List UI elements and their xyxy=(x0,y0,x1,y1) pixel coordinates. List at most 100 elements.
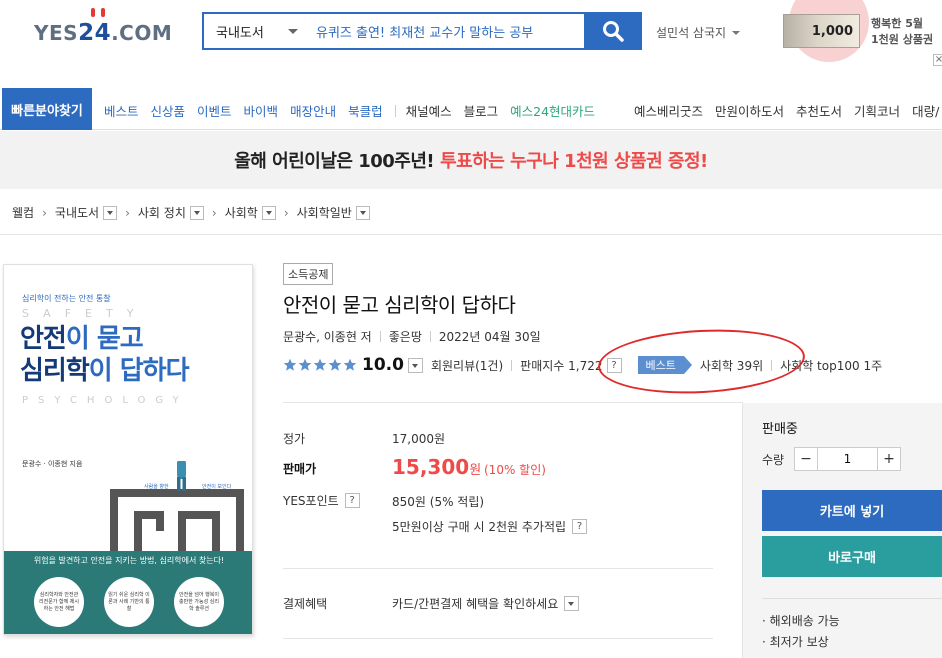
search-scope-label: 국내도서 xyxy=(216,25,264,41)
quantity-decrease-button[interactable]: − xyxy=(794,447,818,471)
cover-safety-text: SAFETY xyxy=(22,307,148,320)
header-promo-link-label: 설민석 삼국지 xyxy=(656,26,727,40)
price-divider xyxy=(283,402,743,403)
chevron-down-icon[interactable] xyxy=(407,357,423,373)
publish-date: 2022년 04월 30일 xyxy=(438,330,541,344)
cover-circle-point: 읽기 쉬운 심리학 이론과 사례 기반의 통찰 xyxy=(104,577,154,627)
payment-benefit-label: 결제혜택 xyxy=(283,597,328,611)
nav-divider xyxy=(394,104,396,117)
price-divider xyxy=(283,638,713,639)
cover-title-line-2: 심리학이 답하다 xyxy=(20,356,189,386)
sales-index: 판매지수 1,722 xyxy=(520,358,603,373)
meta-divider xyxy=(429,331,431,342)
breadcrumb-item[interactable]: 사회 정치 xyxy=(138,204,186,221)
nav-link-recommended[interactable]: 추천도서 xyxy=(796,101,842,120)
main-nav-links: 베스트 신상품 이벤트 바이백 매장안내 북클럽 채널예스 블로그 예스24현대… xyxy=(104,101,607,120)
search-scope-select[interactable]: 국내도서 xyxy=(204,14,310,48)
chevron-right-icon: › xyxy=(125,205,130,220)
breadcrumb-home[interactable]: 웰컴 xyxy=(12,204,34,221)
page-title: 안전이 묻고 심리학이 답하다 xyxy=(283,293,516,317)
nav-right-links: 예스베리굿즈 만원이하도서 추천도서 기획코너 대량/ xyxy=(634,101,942,120)
sale-price-value: 15,300원 xyxy=(392,455,482,479)
discount-rate: (10% 할인) xyxy=(484,463,546,477)
benefit-item: · 해외배송 가능 xyxy=(762,614,840,628)
nav-link-bookclub[interactable]: 북클럽 xyxy=(348,101,383,120)
price-divider xyxy=(283,568,713,569)
cover-authors: 문광수 · 이종현 지음 xyxy=(22,460,83,468)
cover-circle-point: 심리학자와 안전관리전문가 함께 제시하는 안전 해법 xyxy=(34,577,84,627)
header-promo-link[interactable]: 설민석 삼국지 xyxy=(656,24,741,41)
nav-link-new[interactable]: 신상품 xyxy=(151,101,186,120)
event-banner[interactable]: 올해 어린이날은 100주년! 투표하는 누구나 1천원 상품권 증정! xyxy=(0,131,942,189)
chevron-right-icon: › xyxy=(42,205,47,220)
chevron-down-icon xyxy=(564,596,580,611)
tax-deduction-tag: 소득공제 xyxy=(283,263,334,285)
points-value: 850원 (5% 적립) xyxy=(392,495,485,509)
chevron-down-icon xyxy=(732,30,741,35)
breadcrumb-item[interactable]: 국내도서 xyxy=(55,204,99,221)
search-bar: 국내도서 xyxy=(202,12,642,50)
nav-link-channel-yes[interactable]: 채널예스 xyxy=(406,101,452,120)
breadcrumb: 웰컴 › 국내도서 › 사회 정치 › 사회학 › 사회학일반 xyxy=(12,204,370,221)
rating-score: 10.0 xyxy=(362,355,404,375)
search-icon xyxy=(603,21,624,42)
yes24-logo[interactable]: YES24.COM xyxy=(34,8,176,54)
star-icon xyxy=(343,358,357,371)
benefit-item: · 최저가 보상 xyxy=(762,635,829,649)
chevron-down-icon[interactable] xyxy=(103,205,118,220)
chevron-down-icon xyxy=(288,28,298,34)
list-price-value: 17,000원 xyxy=(392,432,446,446)
search-input[interactable] xyxy=(310,14,584,48)
breadcrumb-divider xyxy=(0,234,942,235)
nav-link-event[interactable]: 이벤트 xyxy=(197,101,232,120)
chevron-down-icon[interactable] xyxy=(261,205,276,220)
book-cover-image[interactable]: 심리학이 전하는 안전 통찰 SAFETY 안전이 묻고 심리학이 답하다 PS… xyxy=(3,264,253,635)
logo-smile-icon xyxy=(91,8,105,17)
sale-status: 판매중 xyxy=(762,422,798,437)
nav-link-best[interactable]: 베스트 xyxy=(104,101,139,120)
help-icon[interactable]: ? xyxy=(344,493,360,508)
nav-link-store[interactable]: 매장안내 xyxy=(290,101,336,120)
publisher-link[interactable]: 좋은땅 xyxy=(389,328,422,345)
quick-category-button[interactable]: 빠른분야찾기 xyxy=(2,88,92,130)
promo-line-1: 행복한 5월 xyxy=(871,17,923,30)
breadcrumb-item[interactable]: 사회학 xyxy=(225,204,258,221)
nav-link-buyback[interactable]: 바이백 xyxy=(244,101,279,120)
chevron-right-icon: › xyxy=(283,205,289,220)
logo-wordmark: YES24.COM xyxy=(34,20,173,46)
review-count-link[interactable]: 회원리뷰(1건) xyxy=(431,357,503,374)
quantity-stepper: − 1 + xyxy=(794,447,901,471)
quantity-increase-button[interactable]: + xyxy=(877,447,901,471)
nav-link-card[interactable]: 예스24현대카드 xyxy=(510,101,595,120)
voucher-value: 1,000 xyxy=(811,23,853,39)
close-promo-icon[interactable]: × xyxy=(933,54,942,66)
promo-line-2: 1천원 상품권 xyxy=(871,33,934,46)
nav-link-blog[interactable]: 블로그 xyxy=(464,101,499,120)
points-label: YES포인트 ? xyxy=(283,492,360,509)
search-button[interactable] xyxy=(584,12,642,50)
chevron-down-icon[interactable] xyxy=(189,205,204,220)
gift-voucher-image[interactable]: 1,000 xyxy=(783,14,860,48)
nav-link-under-10000[interactable]: 만원이하도서 xyxy=(715,101,784,120)
add-to-cart-button[interactable]: 카트에 넣기 xyxy=(762,490,942,531)
star-icon xyxy=(328,358,342,371)
help-icon[interactable]: ? xyxy=(572,519,588,534)
cover-maze-illustration xyxy=(110,461,244,551)
banner-text-main: 올해 어린이날은 100주년! xyxy=(234,151,435,172)
book-meta: 문광수, 이종현 저 좋은땅 2022년 04월 30일 xyxy=(283,328,541,345)
panel-divider xyxy=(762,598,942,599)
header-promo-text[interactable]: 행복한 5월 1천원 상품권 xyxy=(871,16,933,48)
sale-price-label: 판매가 xyxy=(283,462,317,476)
author-link[interactable]: 문광수, 이종현 저 xyxy=(283,328,372,345)
chevron-down-icon[interactable] xyxy=(355,205,370,220)
rating-divider xyxy=(511,359,513,371)
nav-link-special[interactable]: 기획코너 xyxy=(854,101,900,120)
payment-benefit-select[interactable]: 카드/간편결제 혜택을 확인하세요 xyxy=(392,595,587,612)
buy-now-button[interactable]: 바로구매 xyxy=(762,536,942,577)
quantity-input[interactable]: 1 xyxy=(818,447,877,471)
breadcrumb-item[interactable]: 사회학일반 xyxy=(297,204,352,221)
star-icon xyxy=(283,358,297,371)
nav-link-bulk[interactable]: 대량/ xyxy=(912,101,939,120)
nav-link-goods[interactable]: 예스베리굿즈 xyxy=(634,101,703,120)
meta-divider xyxy=(379,331,381,342)
